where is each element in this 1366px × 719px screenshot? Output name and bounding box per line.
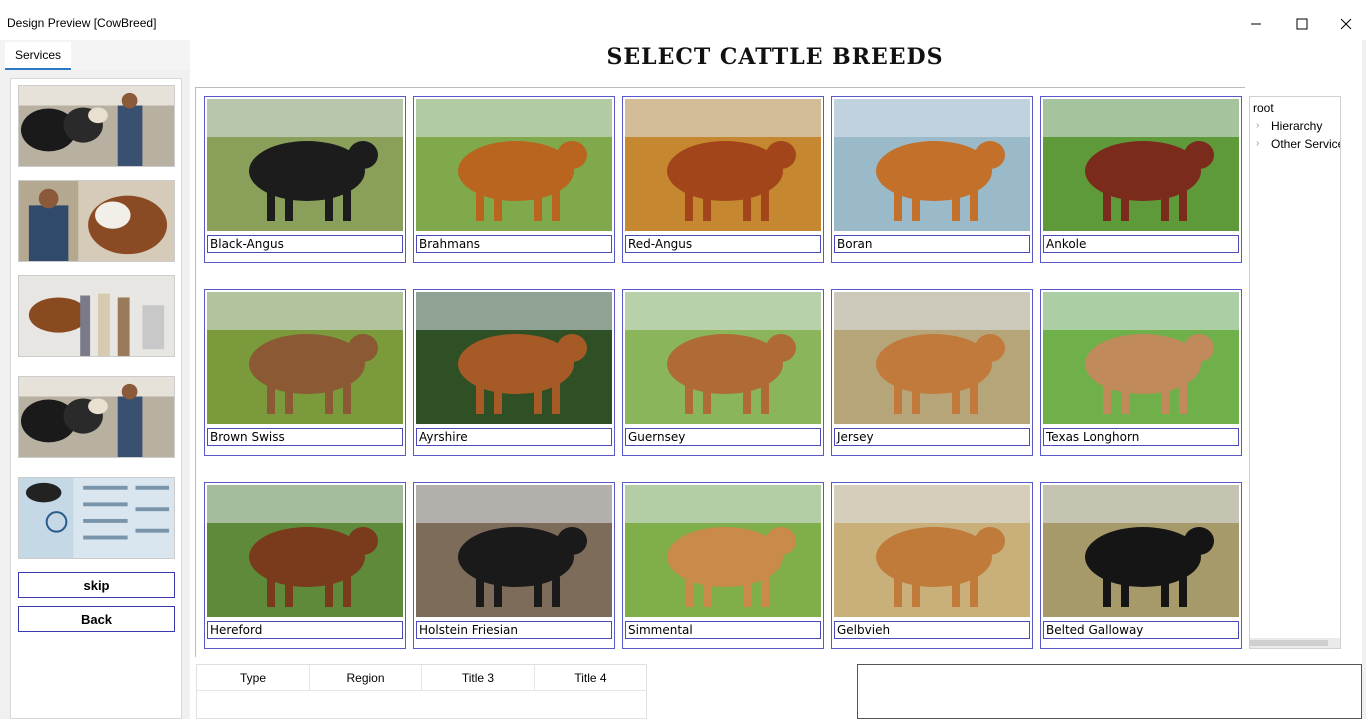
breed-card[interactable]: Jersey (831, 289, 1033, 456)
breed-card[interactable]: Texas Longhorn (1040, 289, 1242, 456)
maximize-icon (1296, 18, 1308, 30)
vet-cows-image (19, 86, 174, 166)
breed-name-field[interactable]: Guernsey (625, 428, 821, 446)
breed-card[interactable]: Belted Galloway (1040, 482, 1242, 649)
breed-image[interactable] (207, 292, 403, 424)
breed-card[interactable]: Holstein Friesian (413, 482, 615, 649)
title-bar: Design Preview [CowBreed] (0, 0, 1366, 40)
maximize-button[interactable] (1279, 10, 1325, 38)
vet-calf-image (19, 181, 174, 261)
tree-item-hierarchy[interactable]: Hierarchy (1271, 119, 1322, 133)
close-button[interactable] (1323, 10, 1366, 38)
breed-card[interactable]: Red-Angus (622, 96, 824, 263)
breed-card[interactable]: Boran (831, 96, 1033, 263)
column-header-title-4[interactable]: Title 4 (535, 665, 646, 691)
minimize-button[interactable] (1233, 10, 1279, 38)
thumbnail-vet-with-cows-2[interactable] (18, 376, 175, 458)
breed-image[interactable] (625, 292, 821, 424)
window-edge (1362, 40, 1366, 719)
breed-image[interactable] (416, 485, 612, 617)
breed-name-field[interactable]: Jersey (834, 428, 1030, 446)
breed-image[interactable] (207, 485, 403, 617)
breed-card[interactable]: Black-Angus (204, 96, 406, 263)
breed-image[interactable] (625, 485, 821, 617)
vet-cows-image-2 (19, 377, 174, 457)
breed-name-field[interactable]: Brown Swiss (207, 428, 403, 446)
tree-root[interactable]: root (1253, 101, 1274, 115)
tree-item-other-service[interactable]: Other Service (1271, 137, 1340, 151)
tab-services[interactable]: Services (5, 42, 71, 70)
window-title: Design Preview [CowBreed] (7, 16, 157, 30)
breed-image[interactable] (416, 99, 612, 231)
left-panel: skip Back (0, 70, 190, 719)
left-panel-content: skip Back (10, 78, 182, 719)
chevron-right-icon[interactable]: › (1256, 120, 1259, 131)
column-header-region[interactable]: Region (310, 665, 422, 691)
close-icon (1340, 18, 1352, 30)
breed-name-field[interactable]: Hereford (207, 621, 403, 639)
breed-image[interactable] (625, 99, 821, 231)
breed-image[interactable] (834, 292, 1030, 424)
breed-name-field[interactable]: Red-Angus (625, 235, 821, 253)
breed-name-field[interactable]: Gelbvieh (834, 621, 1030, 639)
app-window: Design Preview [CowBreed] Services skip … (0, 0, 1366, 719)
minimize-icon (1251, 23, 1261, 25)
breed-name-field[interactable]: Holstein Friesian (416, 621, 612, 639)
breed-image[interactable] (207, 99, 403, 231)
data-table: Type Region Title 3 Title 4 (196, 664, 647, 719)
page-title: SELECT CATTLE BREEDS (606, 44, 944, 70)
horse-exam-image (19, 276, 174, 356)
breed-image[interactable] (1043, 485, 1239, 617)
breed-name-field[interactable]: Ayrshire (416, 428, 612, 446)
skip-button[interactable]: skip (18, 572, 175, 598)
breed-card[interactable]: Ayrshire (413, 289, 615, 456)
breed-card[interactable]: Guernsey (622, 289, 824, 456)
breed-name-field[interactable]: Black-Angus (207, 235, 403, 253)
breed-name-field[interactable]: Simmental (625, 621, 821, 639)
breed-image[interactable] (1043, 99, 1239, 231)
breed-card[interactable]: Ankole (1040, 96, 1242, 263)
scrollbar-thumb[interactable] (1250, 640, 1328, 646)
thumbnail-infographic[interactable] (18, 477, 175, 559)
breed-image[interactable] (834, 99, 1030, 231)
column-header-type[interactable]: Type (197, 665, 310, 691)
breed-image[interactable] (834, 485, 1030, 617)
tree-view: root › Hierarchy › Other Service (1249, 96, 1341, 649)
breed-card[interactable]: Brahmans (413, 96, 615, 263)
breed-name-field[interactable]: Ankole (1043, 235, 1239, 253)
chevron-right-icon[interactable]: › (1256, 138, 1259, 149)
breed-grid: Black-Angus Brahmans Red-Angus Boran Ankole B… (195, 87, 1245, 657)
breed-card[interactable]: Hereford (204, 482, 406, 649)
tab-bar: Services (0, 40, 190, 70)
breed-image[interactable] (1043, 292, 1239, 424)
back-button[interactable]: Back (18, 606, 175, 632)
tree-scrollbar[interactable] (1250, 638, 1340, 648)
breed-card[interactable]: Gelbvieh (831, 482, 1033, 649)
output-panel (857, 664, 1362, 719)
column-header-title-3[interactable]: Title 3 (422, 665, 535, 691)
breed-name-field[interactable]: Belted Galloway (1043, 621, 1239, 639)
breed-image[interactable] (416, 292, 612, 424)
infographic-image (19, 478, 174, 558)
breed-name-field[interactable]: Boran (834, 235, 1030, 253)
breed-name-field[interactable]: Brahmans (416, 235, 612, 253)
thumbnail-vet-with-cows[interactable] (18, 85, 175, 167)
breed-card[interactable]: Brown Swiss (204, 289, 406, 456)
thumbnail-vet-with-calf[interactable] (18, 180, 175, 262)
thumbnail-horse-exam[interactable] (18, 275, 175, 357)
breed-name-field[interactable]: Texas Longhorn (1043, 428, 1239, 446)
breed-card[interactable]: Simmental (622, 482, 824, 649)
